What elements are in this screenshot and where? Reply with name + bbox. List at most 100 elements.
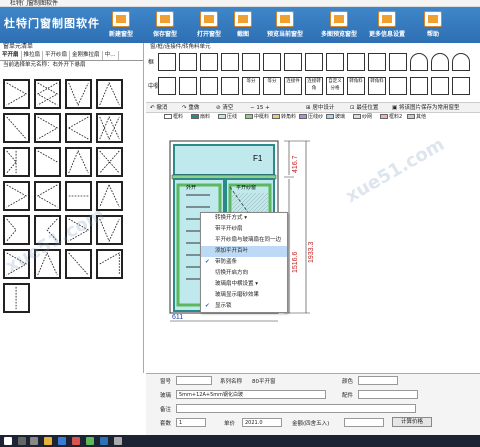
- frame-shape-option[interactable]: [221, 53, 239, 71]
- redo-button[interactable]: ↷ 重做: [182, 103, 199, 113]
- unit-thumbnail[interactable]: [96, 181, 123, 211]
- unit-price-input[interactable]: 2021.0: [242, 418, 282, 427]
- frame-shape-option[interactable]: [452, 53, 470, 71]
- search-icon[interactable]: [18, 437, 26, 445]
- unit-thumbnail[interactable]: [34, 113, 61, 143]
- frame-shape-option[interactable]: [347, 53, 365, 71]
- tab-casement[interactable]: 平开扇: [0, 51, 22, 60]
- unit-thumbnail[interactable]: [65, 113, 92, 143]
- frame-shape-option[interactable]: [431, 53, 449, 71]
- mullion-shape-option[interactable]: 连接转角: [305, 77, 323, 95]
- unit-thumbnail[interactable]: [96, 79, 123, 109]
- frame-shape-option[interactable]: [305, 53, 323, 71]
- tab-sliding[interactable]: 推拉扇: [22, 51, 44, 60]
- unit-thumbnail[interactable]: [96, 113, 123, 143]
- unit-thumbnail[interactable]: [34, 79, 61, 109]
- mullion-shape-option[interactable]: 连接件: [284, 77, 302, 95]
- drawing-canvas[interactable]: F1 外开 平开纱窗 416.7 1516.6 1933.3 611: [146, 123, 480, 373]
- unit-thumbnail[interactable]: [65, 249, 92, 279]
- unit-thumbnail[interactable]: [3, 283, 30, 313]
- frame-shape-option[interactable]: [410, 53, 428, 71]
- frame-shape-option[interactable]: [263, 53, 281, 71]
- unit-thumbnail[interactable]: [3, 147, 30, 177]
- calculate-price-button[interactable]: 计算价格: [392, 417, 432, 427]
- amount-input[interactable]: [344, 418, 384, 427]
- task-view-icon[interactable]: [30, 437, 38, 445]
- mullion-shape-option[interactable]: 等分: [263, 77, 281, 95]
- quantity-input[interactable]: 1: [176, 418, 206, 427]
- frame-shape-option[interactable]: [326, 53, 344, 71]
- unit-thumbnail[interactable]: [65, 79, 92, 109]
- unit-thumbnail[interactable]: [34, 249, 61, 279]
- mullion-shape-option[interactable]: 等分: [242, 77, 260, 95]
- browser-icon[interactable]: [58, 437, 66, 445]
- zoom-input[interactable]: − 15 +: [250, 103, 270, 113]
- window-no-input[interactable]: [176, 376, 212, 385]
- unit-thumbnail[interactable]: [34, 147, 61, 177]
- center-design-button[interactable]: ⊞ 居中设计: [306, 103, 334, 113]
- unit-thumbnail[interactable]: [34, 181, 61, 211]
- new-window-button[interactable]: 新建窗型: [98, 9, 144, 43]
- unit-thumbnail[interactable]: [65, 181, 92, 211]
- frame-shape-option[interactable]: [158, 53, 176, 71]
- context-menu-item[interactable]: ✔ 显示锁: [201, 301, 287, 312]
- app-icon[interactable]: [114, 437, 122, 445]
- unit-thumbnail[interactable]: [96, 215, 123, 245]
- app-icon[interactable]: [100, 437, 108, 445]
- screenshot-button[interactable]: 截图: [220, 9, 266, 43]
- context-menu-item[interactable]: 玻璃扇中横设置 ▾: [201, 279, 287, 290]
- frame-shape-option[interactable]: [200, 53, 218, 71]
- unit-thumbnail[interactable]: [3, 249, 30, 279]
- frame-shape-option[interactable]: [242, 53, 260, 71]
- multi-preview-button[interactable]: 多图预览窗型: [316, 9, 362, 43]
- unit-thumbnail[interactable]: [96, 147, 123, 177]
- context-menu-item[interactable]: 玻璃显示磨砂效果: [201, 290, 287, 301]
- context-menu-item[interactable]: 切换开启方向: [201, 268, 287, 279]
- unit-thumbnail[interactable]: [3, 79, 30, 109]
- preview-button[interactable]: 预览当前窗型: [262, 9, 308, 43]
- more-settings-button[interactable]: 更多信息设置: [364, 9, 410, 43]
- frame-shape-option[interactable]: [284, 53, 302, 71]
- tab-more[interactable]: 中…: [103, 51, 119, 60]
- save-common-button[interactable]: ▣ 将该图片保存为常用窗型: [392, 103, 459, 113]
- start-icon[interactable]: [4, 437, 12, 445]
- frame-shape-option[interactable]: [368, 53, 386, 71]
- save-window-button[interactable]: 保存窗型: [142, 9, 188, 43]
- unit-thumbnail[interactable]: [65, 215, 92, 245]
- frame-shape-option[interactable]: [179, 53, 197, 71]
- context-menu-item[interactable]: 转换开方式 ▾: [201, 213, 287, 224]
- color-input[interactable]: [358, 376, 398, 385]
- folder-icon[interactable]: [44, 437, 52, 445]
- context-menu-item[interactable]: 平开纱扇与玻璃扇在同一边: [201, 235, 287, 246]
- remark-input[interactable]: [176, 404, 416, 413]
- app-icon[interactable]: [72, 437, 80, 445]
- mullion-shape-option[interactable]: [179, 77, 197, 95]
- tab-security-sliding[interactable]: 金刚推拉扇: [70, 51, 103, 60]
- unit-thumbnail[interactable]: [3, 113, 30, 143]
- unit-thumbnail[interactable]: [96, 249, 123, 279]
- unit-thumbnail[interactable]: [3, 215, 30, 245]
- accessory-input[interactable]: [358, 390, 418, 399]
- mullion-shape-option[interactable]: [200, 77, 218, 95]
- mullion-shape-option[interactable]: [410, 77, 428, 95]
- unit-thumbnail[interactable]: [3, 181, 30, 211]
- mullion-shape-option[interactable]: [158, 77, 176, 95]
- best-position-button[interactable]: ⊡ 最佳位置: [350, 103, 378, 113]
- context-menu-item[interactable]: ✔ 带防盗条: [201, 257, 287, 268]
- context-menu-item[interactable]: 添加平开百叶: [201, 246, 287, 257]
- mullion-shape-option[interactable]: 转角料: [368, 77, 386, 95]
- unit-thumbnail[interactable]: [34, 215, 61, 245]
- help-button[interactable]: 帮助: [410, 9, 456, 43]
- mullion-shape-option[interactable]: [452, 77, 470, 95]
- context-menu-item[interactable]: 带平开纱扇: [201, 224, 287, 235]
- undo-button[interactable]: ↶ 撤消: [150, 103, 167, 113]
- mullion-shape-option[interactable]: 转角料: [347, 77, 365, 95]
- unit-thumbnail[interactable]: [65, 147, 92, 177]
- glass-input[interactable]: 5mm+12A+5mm钢化白玻: [176, 390, 326, 399]
- mullion-shape-option[interactable]: [221, 77, 239, 95]
- app-icon[interactable]: [86, 437, 94, 445]
- mullion-shape-option[interactable]: [389, 77, 407, 95]
- frame-shape-option[interactable]: [389, 53, 407, 71]
- mullion-shape-option[interactable]: 自定义分格: [326, 77, 344, 95]
- clear-button[interactable]: ⊘ 清空: [216, 103, 233, 113]
